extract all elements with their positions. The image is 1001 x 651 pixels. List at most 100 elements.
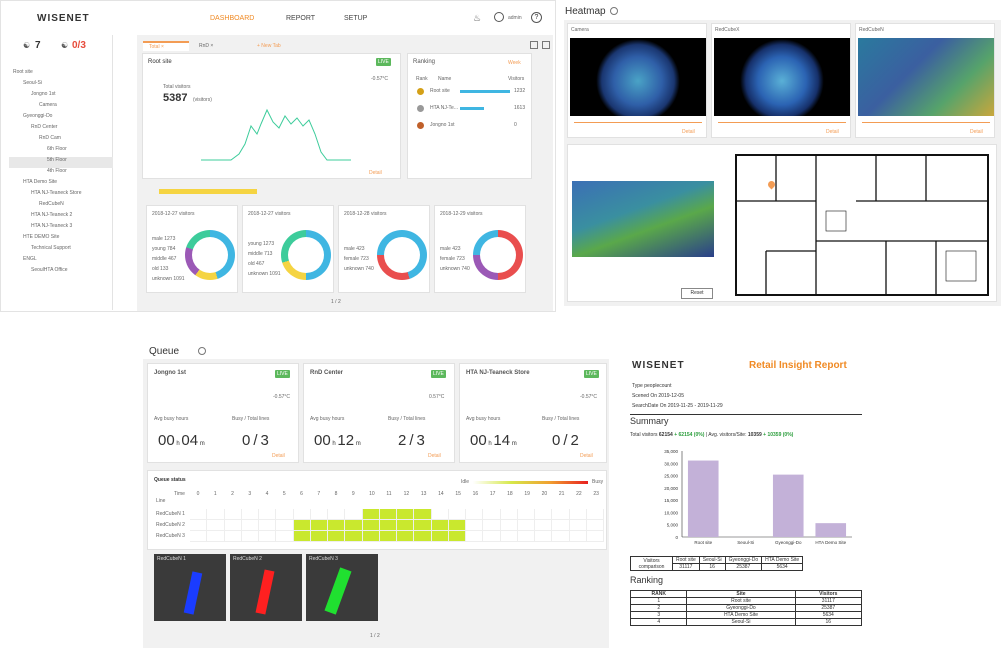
legend-item: male 1273: [152, 236, 176, 242]
legend-item: middle 467: [152, 256, 177, 262]
help-icon[interactable]: ?: [531, 12, 542, 23]
legend-item: middle 713: [248, 251, 273, 257]
hour-label: 7: [317, 491, 321, 497]
cam-detail-link[interactable]: Detail: [682, 129, 695, 135]
site-cell: Root site: [686, 597, 796, 605]
total-label: Total visitors: [630, 432, 658, 438]
reset-button[interactable]: Reset: [681, 288, 713, 299]
queue-cell: [431, 520, 449, 531]
tree-item[interactable]: Root site: [9, 69, 113, 80]
y-tick-label: 10,000: [664, 510, 678, 515]
queue-cell: [259, 509, 277, 520]
tree-item[interactable]: 4th Floor: [9, 168, 113, 179]
tree-item[interactable]: HTA Demo Site: [9, 179, 113, 190]
tree-item[interactable]: RnD Cam: [9, 135, 113, 146]
total-label: Total visitors: [163, 84, 191, 90]
time-slider[interactable]: [574, 122, 702, 123]
tree-item[interactable]: HTA NJ-Teaneck 3: [9, 223, 113, 234]
expand-icon[interactable]: [530, 41, 538, 49]
queue-cell: [293, 531, 311, 542]
tab-new[interactable]: + New Tab: [257, 43, 281, 49]
tree-item-selected[interactable]: 5th Floor: [9, 157, 113, 168]
queue-detail-link[interactable]: Detail: [272, 453, 285, 459]
info-icon[interactable]: [198, 347, 206, 355]
queue-row-label: RedCubeN 3: [156, 533, 185, 539]
tree-item[interactable]: HTE DEMO Site: [9, 234, 113, 245]
queue-cell: [345, 531, 363, 542]
queue-detail-link[interactable]: Detail: [428, 453, 441, 459]
queue-pager[interactable]: 1 / 2: [370, 633, 380, 639]
queue-cell: [569, 531, 587, 542]
busy-hours-label: Avg busy hours: [466, 416, 501, 422]
queue-thumbnail[interactable]: RedCubeN 3: [306, 554, 378, 621]
site-value: 25387: [724, 563, 763, 571]
tree-item[interactable]: HTA NJ-Teaneck Store: [9, 190, 113, 201]
queue-cell: [569, 520, 587, 531]
donut-pager[interactable]: 1 / 2: [331, 299, 341, 305]
floorplan-image: [735, 154, 989, 296]
tree-item[interactable]: RedCubeN: [9, 201, 113, 212]
queue-site-card: Jongno 1st LIVE -0.57°C Avg busy hours B…: [147, 363, 299, 463]
queue-cell: [276, 531, 294, 542]
tree-item[interactable]: 6th Floor: [9, 146, 113, 157]
queue-cell: [328, 509, 346, 520]
visitors-cell: 31117: [794, 597, 863, 605]
info-icon[interactable]: [610, 7, 618, 15]
queue-cell: [224, 520, 242, 531]
notification-icon[interactable]: ♨: [473, 13, 481, 24]
hour-label: 2: [231, 491, 234, 497]
live-badge: LIVE: [431, 370, 446, 378]
busy-hours-value: 00 h 14 m: [470, 432, 517, 449]
cam-detail-link[interactable]: Detail: [970, 129, 983, 135]
nav-setup[interactable]: SETUP: [344, 15, 367, 22]
root-detail-link[interactable]: Detail: [369, 170, 382, 176]
row-head-line: Line: [156, 498, 166, 504]
tab-total[interactable]: Total ×: [143, 41, 189, 51]
user-icon[interactable]: [494, 12, 504, 22]
queue-cell: [535, 531, 553, 542]
thumb-label: RedCubeN 1: [157, 556, 186, 562]
tree-item[interactable]: Technical Support: [9, 245, 113, 256]
ranking-filter[interactable]: Week: [508, 60, 521, 66]
time-slider[interactable]: [862, 122, 990, 123]
tree-item[interactable]: SeoulHTA Office: [9, 267, 113, 278]
tree-item[interactable]: Seoul-Si: [9, 80, 113, 91]
tab-rnd-label: RnD: [199, 43, 210, 49]
queue-cell: [190, 509, 208, 520]
tree-item[interactable]: ENGL: [9, 256, 113, 267]
camera-heatmap-image: [572, 181, 714, 257]
cam-detail-link[interactable]: Detail: [826, 129, 839, 135]
site-header: Gyeonggi-Do: [724, 556, 763, 564]
queue-row-label: RedCubeN 2: [156, 522, 185, 528]
settings-icon[interactable]: [542, 41, 550, 49]
table-row: 3 HTA Demo Site 5634: [629, 611, 863, 619]
tree-item[interactable]: HTA NJ-Teaneck 2: [9, 212, 113, 223]
queue-thumbnail[interactable]: RedCubeN 1: [154, 554, 226, 621]
nav-report[interactable]: REPORT: [286, 15, 315, 22]
rank-name: Jongno 1st: [430, 122, 455, 128]
tab-rnd[interactable]: RnD ×: [199, 43, 213, 49]
queue-cell: [293, 520, 311, 531]
fisheye-heatmap-image: [714, 38, 850, 116]
queue-cell: [224, 531, 242, 542]
busy-hours-value: 00 h 12 m: [314, 432, 361, 449]
tree-item[interactable]: RnD Center: [9, 124, 113, 135]
queue-status-title: Queue status: [154, 477, 186, 483]
hour-label: 19: [524, 491, 530, 497]
tree-item[interactable]: Gyeonggi-Do: [9, 113, 113, 124]
summary-line: Total visitors 62154 + 62154 (0%) | Avg.…: [630, 432, 794, 438]
time-slider[interactable]: [718, 122, 846, 123]
tree-item[interactable]: Jongno 1st: [9, 91, 113, 102]
donut-chart: [281, 230, 331, 280]
queue-cell: [535, 520, 553, 531]
y-tick-label: 15,000: [664, 498, 678, 503]
donut-chart: [377, 230, 427, 280]
tree-item[interactable]: Camera: [9, 102, 113, 113]
hour-label: 3: [248, 491, 252, 497]
nav-dashboard[interactable]: DASHBOARD: [210, 15, 254, 22]
queue-detail-link[interactable]: Detail: [580, 453, 593, 459]
hour-label: 8: [334, 491, 338, 497]
report-created: Scened On 2019-12-05: [632, 393, 684, 399]
user-name[interactable]: admin: [508, 15, 522, 21]
queue-thumbnail[interactable]: RedCubeN 2: [230, 554, 302, 621]
